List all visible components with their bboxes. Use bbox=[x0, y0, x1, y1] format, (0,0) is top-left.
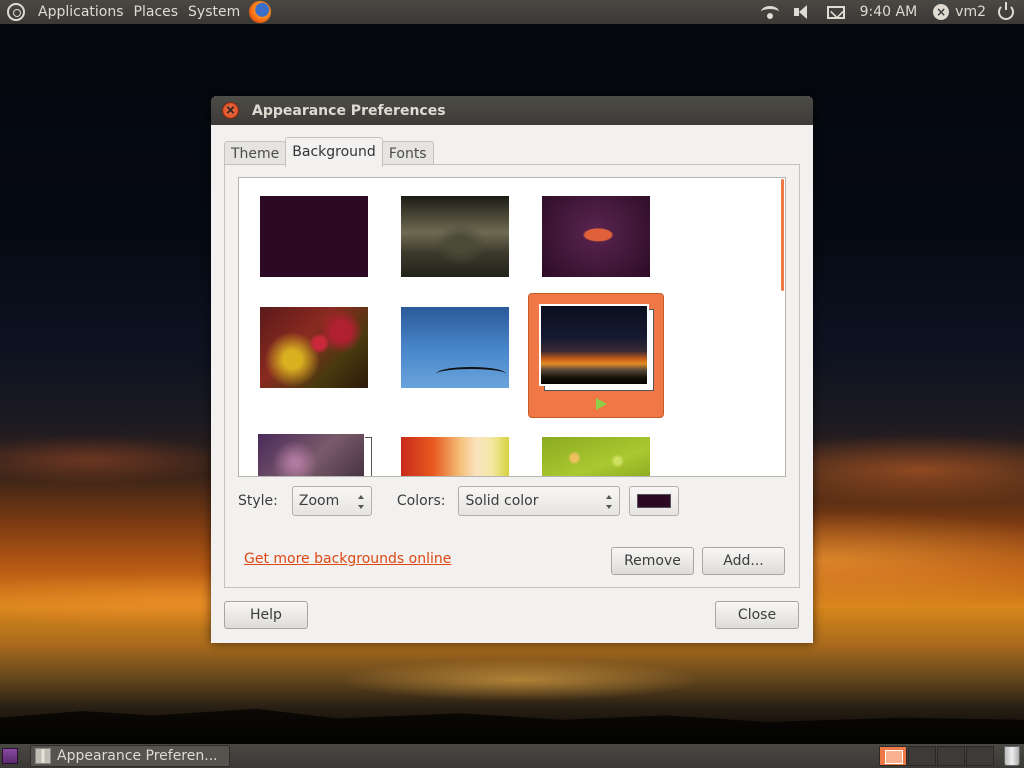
tab-background[interactable]: Background bbox=[285, 137, 383, 167]
style-combo-value: Zoom bbox=[298, 493, 340, 509]
firefox-launcher-icon[interactable] bbox=[249, 1, 272, 23]
menu-places[interactable]: Places bbox=[129, 0, 184, 24]
window-title: Appearance Preferences bbox=[252, 102, 446, 119]
wallpaper-gallery[interactable] bbox=[238, 177, 786, 477]
ubuntu-logo-icon bbox=[7, 3, 25, 21]
workspace-4[interactable] bbox=[966, 746, 994, 766]
style-combo[interactable]: Zoom bbox=[291, 486, 372, 516]
add-button[interactable]: Add... bbox=[702, 547, 785, 575]
style-colors-row: Style: Zoom Colors: Solid color bbox=[238, 485, 786, 517]
wallpaper-thumbnail[interactable] bbox=[401, 196, 509, 277]
colors-combo-value: Solid color bbox=[465, 493, 539, 509]
wallpaper-thumbnail[interactable] bbox=[260, 196, 368, 277]
wallpaper-thumbnail[interactable] bbox=[260, 307, 368, 388]
slideshow-play-icon bbox=[596, 398, 607, 410]
selected-wallpaper-thumbnail[interactable] bbox=[539, 304, 649, 386]
wallpaper-thumbnail[interactable] bbox=[401, 307, 509, 388]
wallpaper-thumbnail[interactable] bbox=[542, 196, 650, 277]
appearance-preferences-window: Appearance Preferences Theme Background … bbox=[211, 96, 813, 643]
tab-bar: Theme Background Fonts bbox=[224, 137, 434, 167]
workspace-3[interactable] bbox=[937, 746, 965, 766]
menu-applications[interactable]: Applications bbox=[33, 0, 129, 24]
colors-label: Colors: bbox=[396, 493, 446, 509]
window-close-icon[interactable] bbox=[222, 102, 239, 119]
close-button[interactable]: Close bbox=[715, 601, 799, 629]
top-panel: Applications Places System 9:40 AM × vm2 bbox=[0, 0, 1024, 24]
workspace-2[interactable] bbox=[908, 746, 936, 766]
color-picker-button[interactable] bbox=[629, 486, 680, 516]
updown-arrow-icon bbox=[357, 495, 364, 509]
colors-combo[interactable]: Solid color bbox=[458, 486, 621, 516]
power-icon[interactable] bbox=[998, 2, 1014, 20]
help-button[interactable]: Help bbox=[224, 601, 308, 629]
clock[interactable]: 9:40 AM bbox=[860, 4, 918, 20]
style-label: Style: bbox=[238, 493, 278, 509]
workspace-1[interactable] bbox=[879, 746, 907, 766]
taskbar-window-label: Appearance Preferen... bbox=[57, 748, 218, 764]
color-swatch bbox=[637, 494, 672, 508]
main-menu: Applications Places System bbox=[0, 0, 272, 24]
wallpaper-thumbnail[interactable] bbox=[257, 433, 365, 476]
window-titlebar[interactable]: Appearance Preferences bbox=[211, 96, 813, 125]
user-name[interactable]: vm2 bbox=[955, 4, 986, 20]
volume-icon[interactable] bbox=[793, 4, 813, 20]
appearance-app-icon bbox=[35, 748, 51, 764]
trash-icon[interactable] bbox=[1004, 746, 1020, 766]
taskbar-window-button[interactable]: Appearance Preferen... bbox=[30, 745, 230, 767]
selected-wallpaper-tile[interactable] bbox=[528, 293, 664, 418]
get-more-backgrounds-link[interactable]: Get more backgrounds online bbox=[244, 551, 451, 567]
wallpaper-thumbnail[interactable] bbox=[401, 437, 509, 476]
remove-button[interactable]: Remove bbox=[611, 547, 694, 575]
show-desktop-icon[interactable] bbox=[2, 748, 18, 764]
wifi-icon[interactable] bbox=[760, 6, 779, 19]
user-status-icon[interactable]: × bbox=[933, 4, 950, 20]
system-tray: 9:40 AM × vm2 bbox=[754, 0, 1024, 24]
updown-arrow-icon bbox=[606, 495, 613, 509]
background-tab-panel: Style: Zoom Colors: Solid color Get more… bbox=[224, 164, 800, 588]
gallery-scrollbar-thumb[interactable] bbox=[781, 179, 784, 291]
wallpaper-thumbnail[interactable] bbox=[542, 437, 650, 476]
mail-icon[interactable] bbox=[826, 5, 845, 19]
bottom-panel: Appearance Preferen... bbox=[0, 744, 1024, 768]
gallery-scrollbar[interactable] bbox=[779, 178, 785, 476]
menu-system[interactable]: System bbox=[183, 0, 245, 24]
